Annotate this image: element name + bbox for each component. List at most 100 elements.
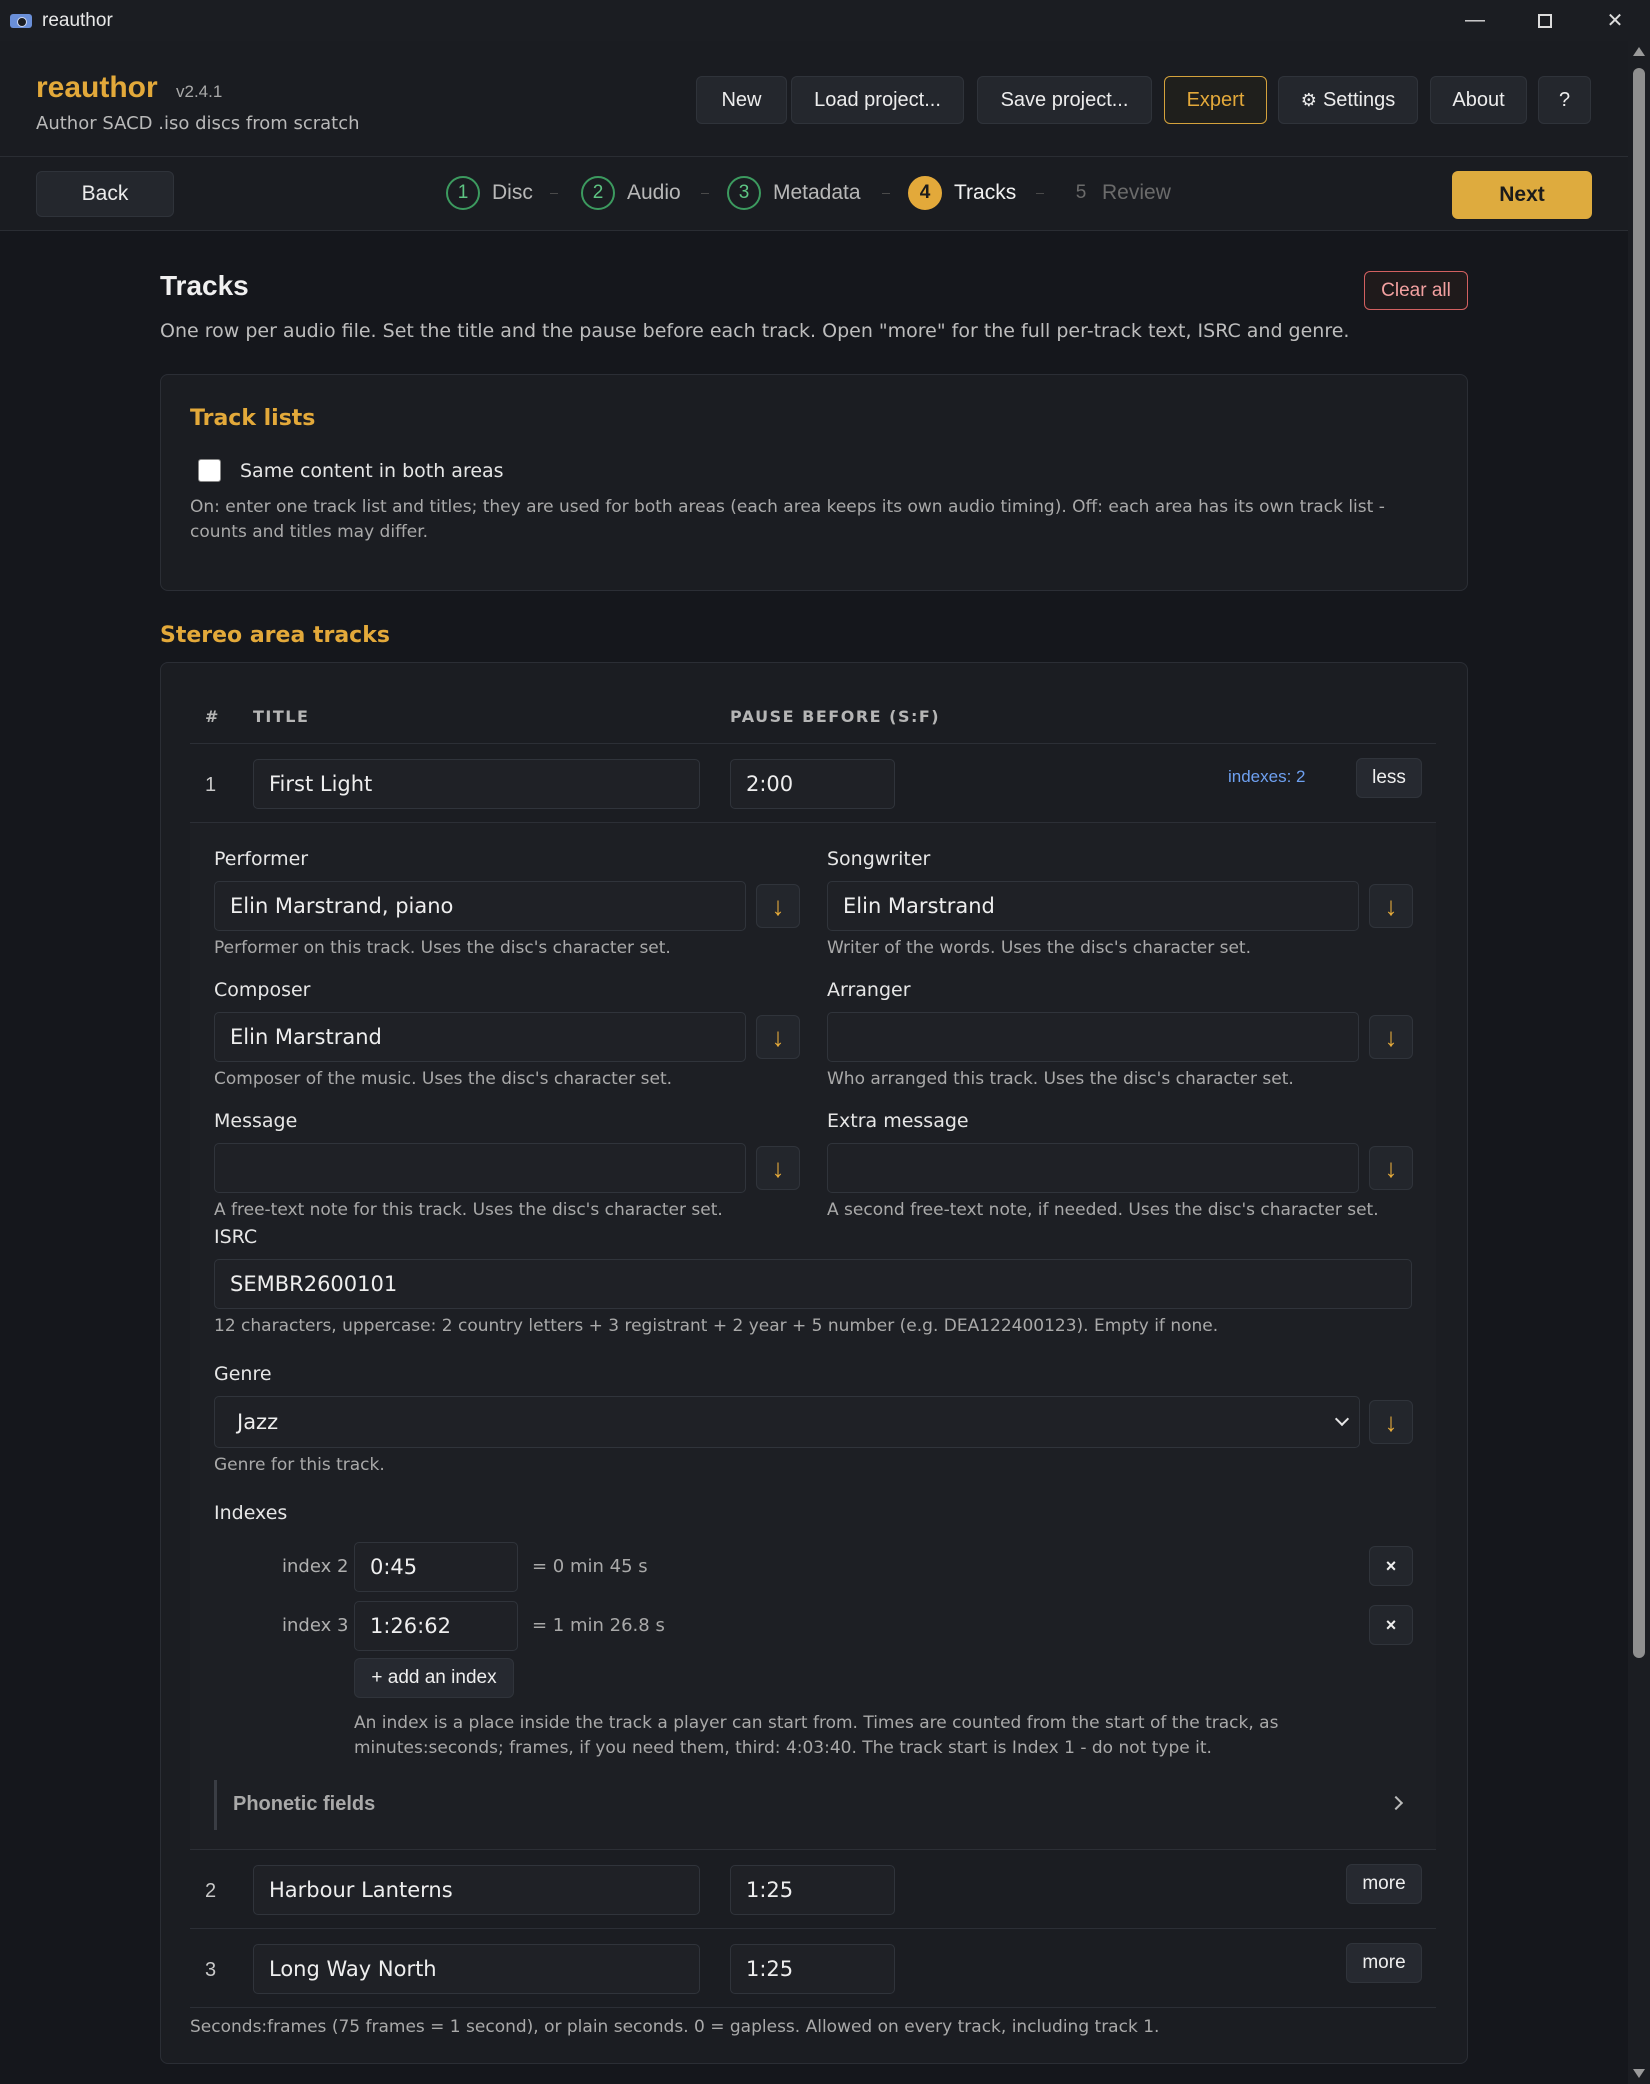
more-button[interactable]: more: [1346, 1943, 1422, 1983]
app-logo-icon: [10, 13, 32, 28]
track-pause-input[interactable]: 2:00: [730, 759, 895, 809]
next-button[interactable]: Next: [1452, 171, 1592, 219]
track-pause-input[interactable]: 1:25: [730, 1944, 895, 1994]
save-project-button[interactable]: Save project...: [977, 76, 1152, 124]
track-title-input[interactable]: Harbour Lanterns: [253, 1865, 700, 1915]
settings-button[interactable]: ⚙ Settings: [1278, 76, 1418, 124]
phonetic-fields-label: Phonetic fields: [233, 1793, 376, 1815]
arrow-down-icon: ↓: [1384, 1152, 1398, 1183]
pause-format-hint: Seconds:frames (75 frames = 1 second), o…: [190, 2017, 1160, 2037]
header-divider: [190, 743, 1436, 744]
vertical-scrollbar[interactable]: [1628, 41, 1650, 2084]
step-audio[interactable]: 2 Audio: [581, 175, 681, 211]
isrc-hint: 12 characters, uppercase: 2 country lett…: [214, 1316, 1219, 1336]
arranger-input[interactable]: [827, 1012, 1359, 1062]
more-button[interactable]: more: [1346, 1864, 1422, 1904]
track-lists-heading: Track lists: [190, 406, 316, 431]
step-review[interactable]: 5 Review: [1064, 175, 1171, 211]
scroll-up-icon[interactable]: [1633, 47, 1645, 56]
expert-mode-button[interactable]: Expert: [1164, 76, 1267, 124]
step-separator: [550, 193, 558, 194]
gear-icon: ⚙: [1300, 89, 1317, 110]
track-number: 3: [205, 1959, 217, 1981]
back-button[interactable]: Back: [36, 171, 174, 217]
step-disc[interactable]: 1 Disc: [446, 175, 533, 211]
brand-name: reauthor: [36, 71, 158, 104]
chevron-right-icon: [1388, 1795, 1404, 1811]
message-input[interactable]: [214, 1143, 746, 1193]
copy-down-button[interactable]: ↓: [756, 1146, 800, 1190]
extra-message-hint: A second free-text note, if needed. Uses…: [827, 1200, 1379, 1220]
index-time-input[interactable]: 1:26:62: [354, 1601, 518, 1651]
minimize-button[interactable]: —: [1440, 0, 1510, 41]
genre-value: Jazz: [237, 1410, 279, 1434]
genre-select[interactable]: Jazz: [214, 1396, 1360, 1448]
message-hint: A free-text note for this track. Uses th…: [214, 1200, 723, 1220]
step-metadata[interactable]: 3 Metadata: [727, 175, 861, 211]
scroll-down-icon[interactable]: [1633, 2069, 1645, 2078]
load-project-button[interactable]: Load project...: [791, 76, 964, 124]
app-header: reauthor v2.4.1 Author SACD .iso discs f…: [0, 41, 1628, 157]
remove-index-button[interactable]: ×: [1369, 1546, 1413, 1586]
isrc-input[interactable]: SEMBR2600101: [214, 1259, 1412, 1309]
column-pause: PAUSE BEFORE (S:F): [730, 707, 941, 726]
chevron-down-icon: [1334, 1411, 1350, 1427]
copy-down-button[interactable]: ↓: [1369, 1146, 1413, 1190]
copy-down-button[interactable]: ↓: [1369, 884, 1413, 928]
step-separator: [701, 193, 709, 194]
add-index-button[interactable]: + add an index: [354, 1658, 514, 1698]
extra-message-label: Extra message: [827, 1110, 969, 1132]
remove-index-button[interactable]: ×: [1369, 1605, 1413, 1645]
step-separator: [882, 193, 890, 194]
index-time-input[interactable]: 0:45: [354, 1542, 518, 1592]
step-label: Disc: [492, 181, 533, 204]
close-window-button[interactable]: ✕: [1580, 0, 1650, 41]
less-button[interactable]: less: [1356, 758, 1422, 798]
composer-input[interactable]: Elin Marstrand: [214, 1012, 746, 1062]
close-icon: ✕: [1606, 10, 1624, 32]
maximize-button[interactable]: [1510, 0, 1580, 41]
genre-label: Genre: [214, 1363, 272, 1385]
step-number: 2: [581, 176, 615, 210]
songwriter-label: Songwriter: [827, 848, 931, 870]
track-pause-input[interactable]: 1:25: [730, 1865, 895, 1915]
indexes-count-link[interactable]: indexes: 2: [1228, 767, 1306, 787]
track-number: 2: [205, 1880, 217, 1902]
copy-down-button[interactable]: ↓: [756, 884, 800, 928]
copy-down-button[interactable]: ↓: [756, 1015, 800, 1059]
help-button[interactable]: ?: [1538, 76, 1591, 124]
copy-down-button[interactable]: ↓: [1369, 1015, 1413, 1059]
performer-input[interactable]: Elin Marstrand, piano: [214, 881, 746, 931]
step-separator: [1036, 193, 1044, 194]
step-tracks[interactable]: 4 Tracks: [908, 175, 1016, 211]
window-title: reauthor: [42, 9, 113, 31]
column-title: TITLE: [253, 707, 310, 726]
window-titlebar: reauthor — ✕: [0, 0, 1650, 41]
track-title-input[interactable]: Long Way North: [253, 1944, 700, 1994]
phonetic-fields-toggle[interactable]: Phonetic fields: [214, 1780, 1416, 1830]
step-label: Audio: [627, 181, 681, 204]
songwriter-input[interactable]: Elin Marstrand: [827, 881, 1359, 931]
track-title-input[interactable]: First Light: [253, 759, 700, 809]
step-label: Metadata: [773, 181, 861, 204]
index-label: index 2: [282, 1556, 349, 1577]
same-content-checkbox[interactable]: [198, 459, 221, 482]
row-divider: [190, 1928, 1436, 1929]
extra-message-input[interactable]: [827, 1143, 1359, 1193]
close-icon: ×: [1385, 1555, 1397, 1576]
maximize-icon: [1538, 13, 1552, 28]
copy-down-button[interactable]: ↓: [1369, 1400, 1413, 1444]
arrow-down-icon: ↓: [771, 1152, 785, 1183]
new-project-button[interactable]: New: [696, 76, 787, 124]
arrow-down-icon: ↓: [771, 1021, 785, 1052]
track-lists-hint: On: enter one track list and titles; the…: [190, 497, 1385, 542]
track-lists-card: [160, 374, 1468, 591]
step-label: Review: [1102, 181, 1171, 204]
step-number: 1: [446, 176, 480, 210]
scrollbar-thumb[interactable]: [1633, 68, 1645, 1658]
clear-all-button[interactable]: Clear all: [1364, 271, 1468, 310]
about-button[interactable]: About: [1430, 76, 1527, 124]
page-title: Tracks: [160, 270, 249, 301]
index-duration: = 1 min 26.8 s: [532, 1615, 665, 1636]
page-description: One row per audio file. Set the title an…: [160, 320, 1350, 342]
